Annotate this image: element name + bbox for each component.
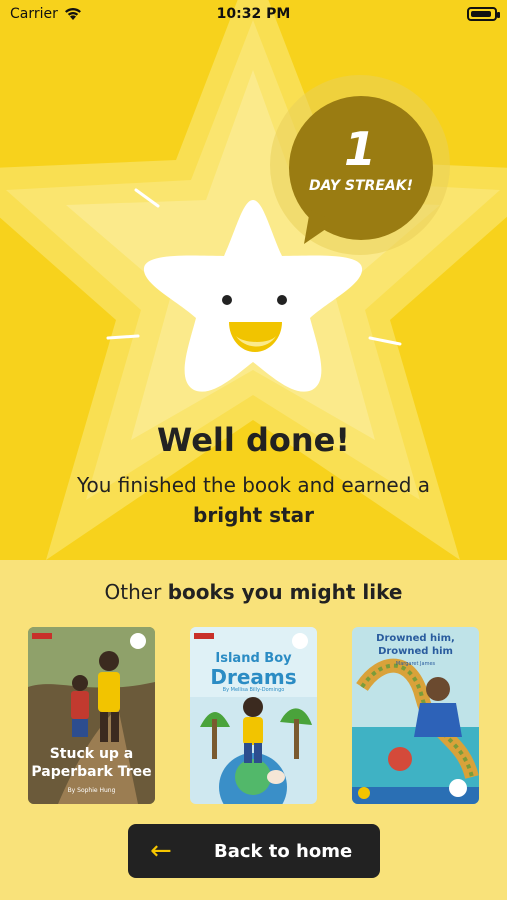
back-to-home-label: Back to home [214, 840, 353, 862]
streak-bubble: 1 DAY STREAK! [275, 86, 455, 258]
book-author-1: By Sophie Hung [67, 787, 116, 794]
arrow-left-icon: ← [150, 836, 172, 866]
result-title: Well done! [157, 421, 350, 459]
battery-icon [467, 7, 500, 21]
book-title-1: Stuck up a Paperbark Tree [28, 745, 155, 781]
book-title-3-line2: Drowned him [378, 646, 453, 657]
book-card-3[interactable]: Drowned him, Drowned him Margaret James [352, 627, 479, 804]
book-card-2[interactable]: Island Boy Dreams By Mellisa Billy-Domin… [190, 627, 317, 804]
result-message: You finished the book and earned a brigh… [40, 470, 467, 530]
status-time: 10:32 PM [216, 6, 291, 22]
streak-count: 1 [343, 122, 376, 176]
book-title-1-line2: Paperbark Tree [31, 764, 152, 780]
status-bar: Carrier 10:32 PM [0, 0, 507, 30]
streak-label: DAY STREAK! [309, 178, 413, 194]
recommend-prefix: Other [104, 580, 168, 604]
book-title-3-line1: Drowned him, [376, 633, 455, 644]
result-line1: You finished the book and earned a [76, 473, 431, 497]
book-title-2-line1: Island Boy [215, 651, 292, 666]
result-line2: bright star [193, 503, 314, 527]
back-to-home-button[interactable]: ← Back to home [128, 824, 380, 878]
book-title-2-line2: Dreams [210, 665, 297, 689]
screen: Carrier 10:32 PM 1 DAY STREAK! Well done… [0, 0, 507, 900]
book-author-3: Margaret James [395, 661, 436, 667]
book-title-1-line1: Stuck up a [49, 746, 134, 762]
book-card-1[interactable]: Stuck up a Paperbark Tree By Sophie Hung [28, 627, 155, 804]
recommend-heading: Other books you might like [0, 580, 507, 604]
book-author-2: By Mellisa Billy-Domingo [222, 687, 285, 693]
recommend-bold: books you might like [167, 580, 403, 604]
